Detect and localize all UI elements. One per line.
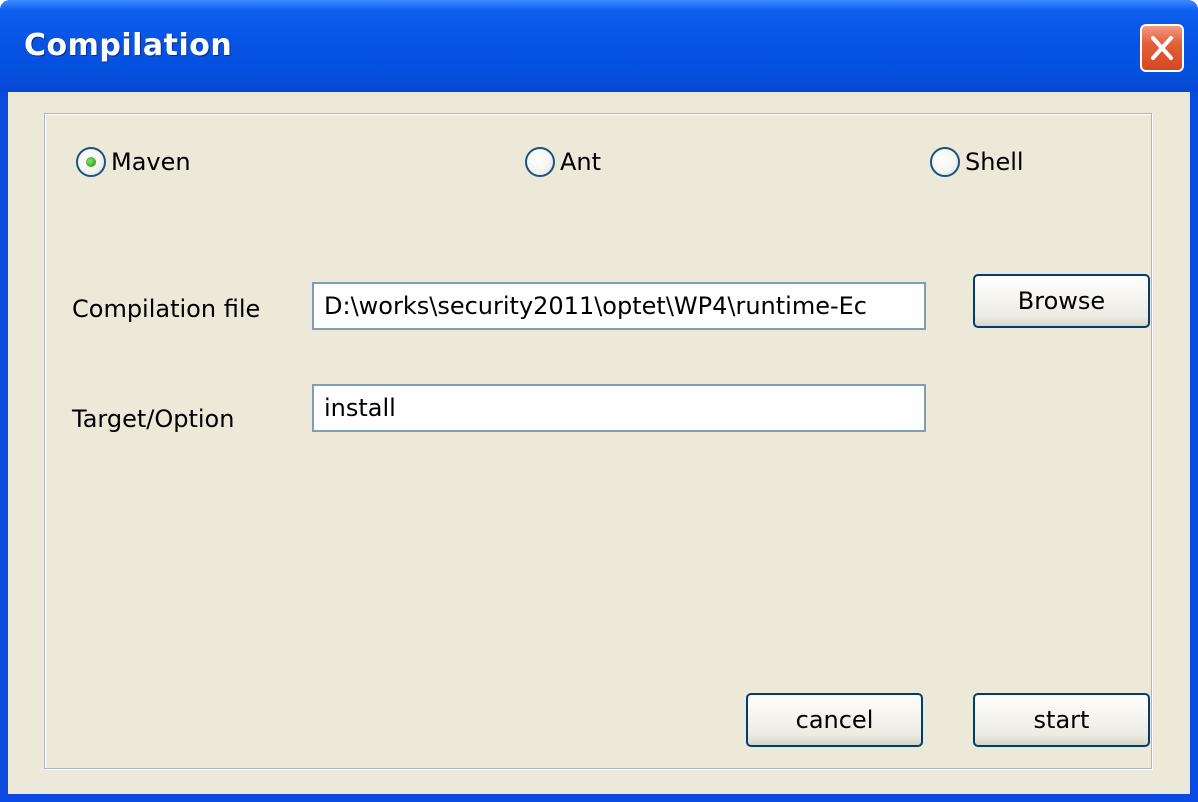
radio-ant-label: Ant bbox=[560, 148, 602, 176]
start-button[interactable]: start bbox=[973, 693, 1150, 747]
radio-unselected-icon bbox=[930, 147, 960, 177]
dialog-content: Maven Ant Shell Compilation file D:\work… bbox=[8, 92, 1190, 794]
compilation-dialog: Compilation Maven Ant Shell Compilation … bbox=[0, 0, 1198, 802]
radio-selected-icon bbox=[76, 147, 106, 177]
radio-ant[interactable]: Ant bbox=[525, 147, 601, 177]
radio-maven-label: Maven bbox=[111, 148, 191, 176]
compilation-file-input[interactable]: D:\works\security2011\optet\WP4\runtime-… bbox=[312, 282, 926, 330]
browse-button[interactable]: Browse bbox=[973, 274, 1150, 328]
cancel-button[interactable]: cancel bbox=[746, 693, 923, 747]
radio-maven[interactable]: Maven bbox=[76, 147, 191, 177]
options-panel bbox=[44, 113, 1152, 769]
target-option-label: Target/Option bbox=[72, 405, 235, 433]
target-option-input[interactable]: install bbox=[312, 384, 926, 432]
radio-shell-label: Shell bbox=[965, 148, 1024, 176]
compilation-file-label: Compilation file bbox=[72, 295, 261, 323]
radio-shell[interactable]: Shell bbox=[930, 147, 1024, 177]
title-bar[interactable]: Compilation bbox=[0, 0, 1198, 92]
window-title: Compilation bbox=[24, 28, 233, 63]
radio-unselected-icon bbox=[525, 147, 555, 177]
close-icon bbox=[1151, 36, 1173, 60]
close-button[interactable] bbox=[1140, 24, 1184, 72]
